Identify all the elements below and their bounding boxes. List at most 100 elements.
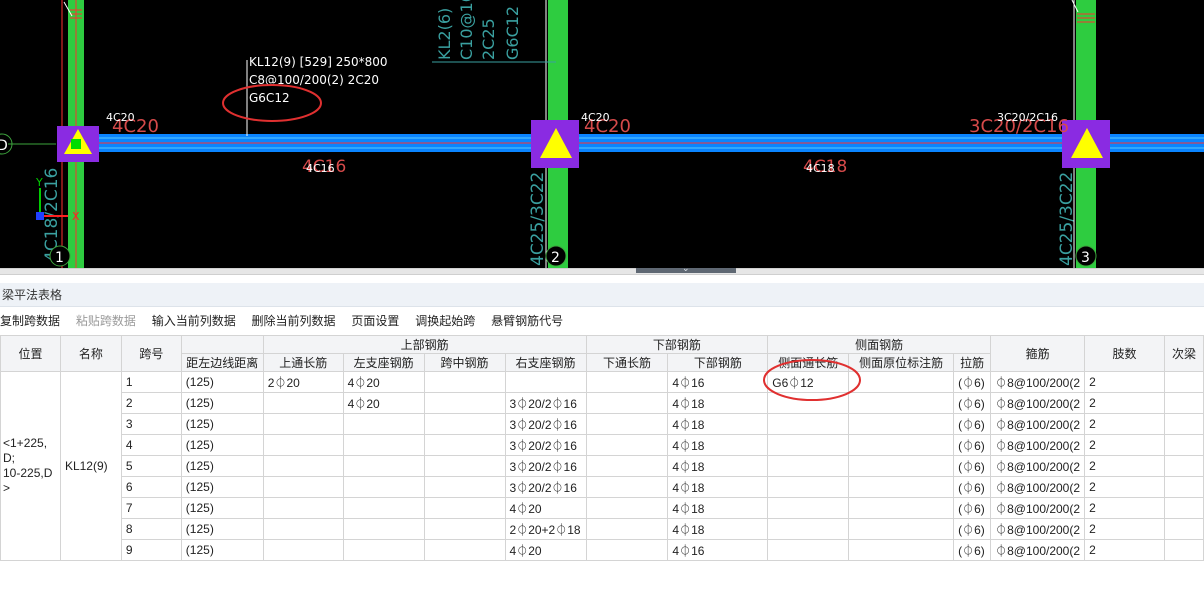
cell-side-orig[interactable] bbox=[848, 413, 955, 435]
cell-bottom-rebar[interactable]: 4⏀18 bbox=[667, 434, 769, 456]
cell-legs[interactable]: 2 bbox=[1084, 392, 1165, 414]
cell-next[interactable] bbox=[1163, 371, 1204, 393]
header-top-long[interactable]: 上通长筋 bbox=[262, 353, 344, 372]
cell-bottom-rebar[interactable]: 4⏀18 bbox=[667, 518, 769, 540]
cell-span[interactable]: 2 bbox=[120, 392, 182, 414]
cell-right-support[interactable] bbox=[504, 371, 587, 393]
table-row[interactable]: 3 (125) 3⏀20/2⏀16 4⏀18 (⏀6) ⏀8@100/200(2 2 bbox=[1, 413, 1204, 435]
cell-span[interactable]: 9 bbox=[120, 539, 182, 561]
header-legs[interactable]: 肢数 bbox=[1084, 335, 1165, 372]
cell-right-support[interactable]: 3⏀20/2⏀16 bbox=[504, 413, 587, 435]
cell-legs[interactable]: 2 bbox=[1084, 413, 1165, 435]
cell-side-orig[interactable] bbox=[848, 434, 955, 456]
cell-left-support[interactable] bbox=[342, 518, 425, 540]
cell-left-support[interactable] bbox=[342, 455, 425, 477]
panel-splitter[interactable] bbox=[0, 268, 1204, 275]
cell-right-support[interactable]: 4⏀20 bbox=[504, 539, 587, 561]
cell-mid[interactable] bbox=[423, 455, 506, 477]
cell-stirrup[interactable]: ⏀8@100/200(2 bbox=[990, 497, 1086, 519]
cell-bottom-long[interactable] bbox=[585, 434, 669, 456]
header-next[interactable]: 次梁 bbox=[1163, 335, 1204, 372]
cell-dist[interactable]: (125) bbox=[180, 392, 264, 414]
header-mid[interactable]: 跨中钢筋 bbox=[423, 353, 506, 372]
cell-mid[interactable] bbox=[423, 434, 506, 456]
cell-dist[interactable]: (125) bbox=[180, 434, 264, 456]
cell-mid[interactable] bbox=[423, 413, 506, 435]
cell-side-long[interactable] bbox=[767, 413, 850, 435]
cell-tie[interactable]: (⏀6) bbox=[953, 518, 992, 540]
table-row[interactable]: 9 (125) 4⏀20 4⏀16 (⏀6) ⏀8@100/200(2 2 bbox=[1, 539, 1204, 561]
cell-next[interactable] bbox=[1163, 518, 1204, 540]
cad-viewport[interactable]: D KL12(9) [529] 250*800 C8@100/200(2) 2C… bbox=[0, 0, 1204, 268]
cell-dist[interactable]: (125) bbox=[180, 413, 264, 435]
cell-side-orig[interactable] bbox=[848, 539, 955, 561]
cell-tie[interactable]: (⏀6) bbox=[953, 455, 992, 477]
cell-tie[interactable]: (⏀6) bbox=[953, 476, 992, 498]
cell-stirrup[interactable]: ⏀8@100/200(2 bbox=[990, 434, 1086, 456]
cell-name[interactable]: KL12(9) bbox=[59, 371, 122, 561]
header-group-side-rebar[interactable]: 侧面钢筋 bbox=[767, 335, 992, 354]
cell-stirrup[interactable]: ⏀8@100/200(2 bbox=[990, 539, 1086, 561]
cell-left-support[interactable] bbox=[342, 539, 425, 561]
cell-tie[interactable]: (⏀6) bbox=[953, 539, 992, 561]
delete-current-column-button[interactable]: 删除当前列数据 bbox=[252, 308, 336, 334]
cell-top-long[interactable] bbox=[262, 455, 344, 477]
cell-legs[interactable]: 2 bbox=[1084, 434, 1165, 456]
cell-bottom-long[interactable] bbox=[585, 518, 669, 540]
cell-top-long[interactable]: 2⏀20 bbox=[262, 371, 344, 393]
cell-bottom-rebar[interactable]: 4⏀18 bbox=[667, 455, 769, 477]
cell-right-support[interactable]: 3⏀20/2⏀16 bbox=[504, 392, 587, 414]
cell-top-long[interactable] bbox=[262, 413, 344, 435]
header-group-top-rebar[interactable]: 上部钢筋 bbox=[262, 335, 587, 354]
cell-side-orig[interactable] bbox=[848, 518, 955, 540]
header-dist[interactable]: 距左边线距离 bbox=[180, 353, 264, 372]
cell-right-support[interactable]: 3⏀20/2⏀16 bbox=[504, 476, 587, 498]
cell-top-long[interactable] bbox=[262, 539, 344, 561]
cell-side-long[interactable] bbox=[767, 392, 850, 414]
cell-dist[interactable]: (125) bbox=[180, 497, 264, 519]
cell-top-long[interactable] bbox=[262, 392, 344, 414]
cell-mid[interactable] bbox=[423, 497, 506, 519]
cell-left-support[interactable] bbox=[342, 476, 425, 498]
cell-next[interactable] bbox=[1163, 455, 1204, 477]
input-current-column-button[interactable]: 输入当前列数据 bbox=[152, 308, 236, 334]
header-span[interactable]: 跨号 bbox=[120, 335, 182, 372]
header-side-long[interactable]: 侧面通长筋 bbox=[767, 353, 850, 372]
cell-tie[interactable]: (⏀6) bbox=[953, 413, 992, 435]
cell-bottom-rebar[interactable]: 4⏀18 bbox=[667, 476, 769, 498]
cell-side-orig[interactable] bbox=[848, 455, 955, 477]
cell-mid[interactable] bbox=[423, 518, 506, 540]
cell-side-orig[interactable] bbox=[848, 497, 955, 519]
paste-span-data-button[interactable]: 粘贴跨数据 bbox=[76, 308, 136, 334]
cell-left-support[interactable] bbox=[342, 497, 425, 519]
copy-span-data-button[interactable]: 复制跨数据 bbox=[0, 308, 60, 334]
header-tie[interactable]: 拉筋 bbox=[953, 353, 992, 372]
cell-dist[interactable]: (125) bbox=[180, 539, 264, 561]
header-bottom-long[interactable]: 下通长筋 bbox=[585, 353, 669, 372]
cell-span[interactable]: 5 bbox=[120, 455, 182, 477]
cell-stirrup[interactable]: ⏀8@100/200(2 bbox=[990, 455, 1086, 477]
cell-bottom-long[interactable] bbox=[585, 371, 669, 393]
cell-right-support[interactable]: 3⏀20/2⏀16 bbox=[504, 455, 587, 477]
cell-dist[interactable]: (125) bbox=[180, 518, 264, 540]
cell-side-long[interactable] bbox=[767, 476, 850, 498]
cell-stirrup[interactable]: ⏀8@100/200(2 bbox=[990, 371, 1086, 393]
cell-tie[interactable]: (⏀6) bbox=[953, 497, 992, 519]
cell-bottom-long[interactable] bbox=[585, 455, 669, 477]
cell-tie[interactable]: (⏀6) bbox=[953, 392, 992, 414]
cell-dist[interactable]: (125) bbox=[180, 476, 264, 498]
cell-stirrup[interactable]: ⏀8@100/200(2 bbox=[990, 476, 1086, 498]
table-row[interactable]: 6 (125) 3⏀20/2⏀16 4⏀18 (⏀6) ⏀8@100/200(2 2 bbox=[1, 476, 1204, 498]
cell-left-support[interactable] bbox=[342, 434, 425, 456]
header-right-support[interactable]: 右支座钢筋 bbox=[504, 353, 587, 372]
table-row[interactable]: 7 (125) 4⏀20 4⏀18 (⏀6) ⏀8@100/200(2 2 bbox=[1, 497, 1204, 519]
cell-bottom-rebar[interactable]: 4⏀18 bbox=[667, 413, 769, 435]
cell-next[interactable] bbox=[1163, 476, 1204, 498]
cantilever-rebar-code-button[interactable]: 悬臂钢筋代号 bbox=[491, 308, 563, 334]
cell-next[interactable] bbox=[1163, 434, 1204, 456]
cell-bottom-long[interactable] bbox=[585, 539, 669, 561]
cell-span[interactable]: 8 bbox=[120, 518, 182, 540]
cell-bottom-rebar[interactable]: 4⏀16 bbox=[667, 371, 769, 393]
cell-bottom-long[interactable] bbox=[585, 476, 669, 498]
cell-bottom-long[interactable] bbox=[585, 413, 669, 435]
